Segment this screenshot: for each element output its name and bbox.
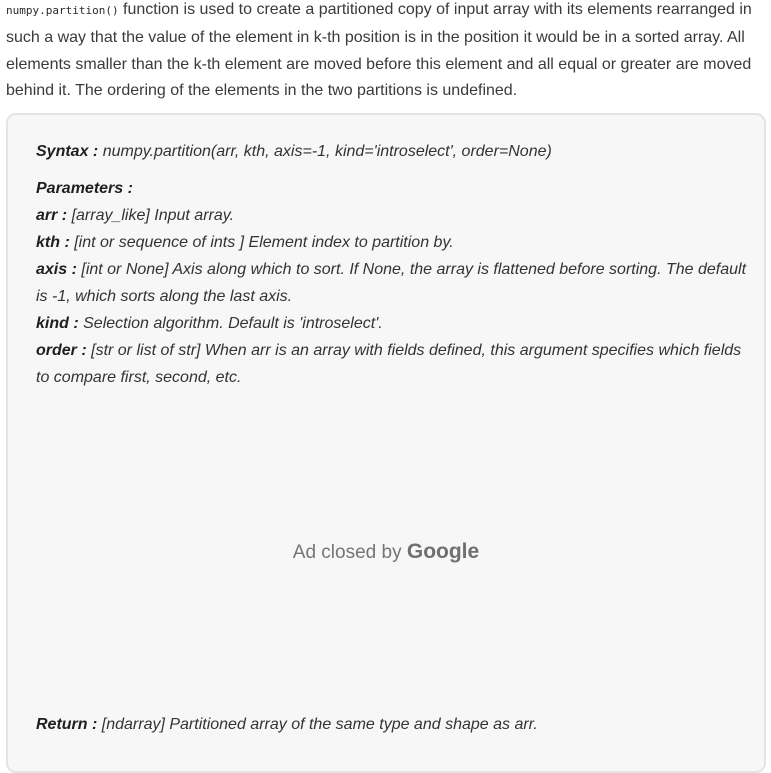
return-label: Return : — [36, 716, 98, 733]
param-kind: kind : Selection algorithm. Default is '… — [36, 315, 383, 332]
syntax-panel: Syntax : numpy.partition(arr, kth, axis=… — [6, 113, 766, 773]
syntax-line: Syntax : numpy.partition(arr, kth, axis=… — [36, 138, 752, 165]
param-order: order : [str or list of str] When arr is… — [36, 342, 742, 386]
syntax-value: numpy.partition(arr, kth, axis=-1, kind=… — [98, 143, 552, 160]
intro-paragraph: numpy.partition() function is used to cr… — [6, 0, 766, 105]
ad-closed-notice: Ad closed by Google — [8, 540, 764, 564]
param-kth: kth : [int or sequence of ints ] Element… — [36, 234, 454, 251]
ad-closed-text: Ad closed by — [292, 542, 407, 563]
parameters-heading: Parameters : — [36, 180, 133, 197]
syntax-label: Syntax : — [36, 143, 99, 160]
return-value: [ndarray] Partitioned array of the same … — [97, 716, 538, 733]
param-axis: axis : [int or None] Axis along which to… — [36, 261, 747, 305]
google-logo: Google — [406, 540, 480, 563]
function-name-code: numpy.partition() — [6, 4, 119, 17]
parameters-block: Parameters : arr : [array_like] Input ar… — [36, 175, 752, 391]
intro-text: function is used to create a partitioned… — [6, 1, 752, 100]
param-arr: arr : [array_like] Input array. — [36, 207, 235, 224]
return-line: Return : [ndarray] Partitioned array of … — [36, 711, 752, 738]
